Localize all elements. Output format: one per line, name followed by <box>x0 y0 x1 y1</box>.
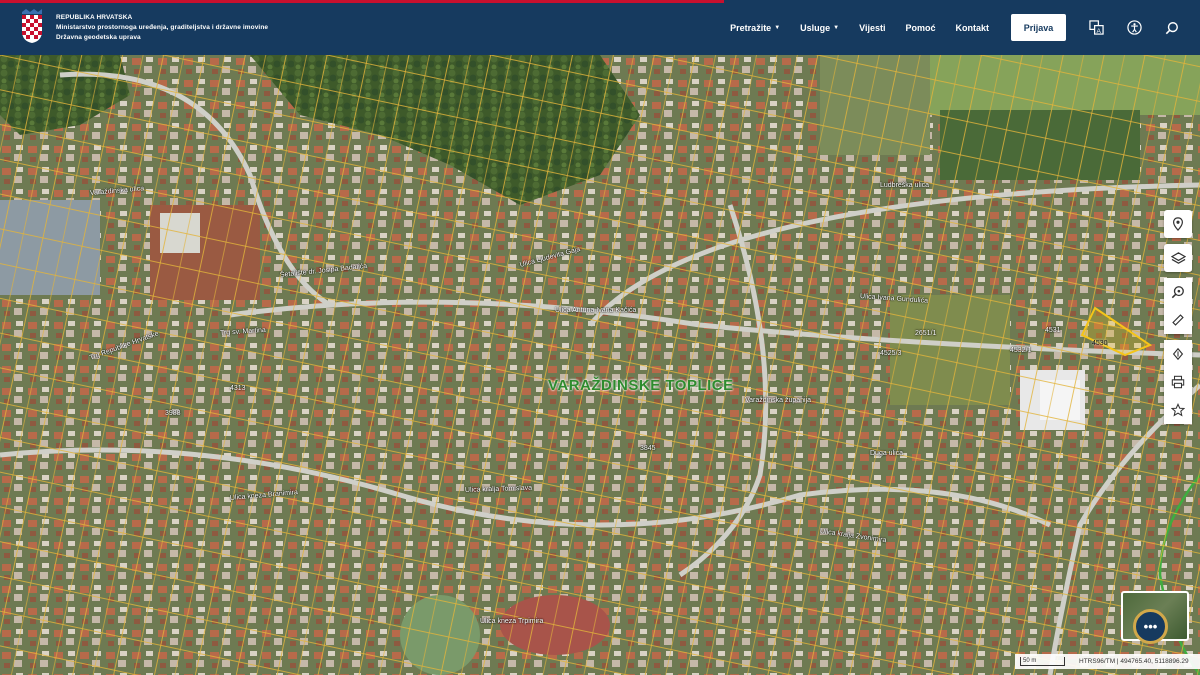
nav-pretrazite[interactable]: Pretražite ▼ <box>730 23 780 33</box>
svg-text:A: A <box>1096 28 1101 35</box>
street-label: Ludbreška ulica <box>880 182 930 189</box>
org-name: REPUBLIKA HRVATSKA <box>56 14 133 21</box>
parcel-label: 4530 <box>1092 340 1108 347</box>
street-label: Ulica Antuna Ivana Kačića <box>555 307 637 314</box>
map-imagery <box>0 55 1200 675</box>
street-label: Ulica kneza Trpimira <box>480 618 544 625</box>
street-label: Duga ulica <box>870 450 904 457</box>
parcel-label: 4313 <box>230 385 246 392</box>
parcel-label: 4531 <box>1045 327 1061 334</box>
map-toolbar <box>1164 210 1192 424</box>
nav-usluge[interactable]: Usluge ▼ <box>800 23 839 33</box>
brand-block[interactable]: REPUBLIKA HRVATSKA Ministarstvo prostorn… <box>20 9 268 43</box>
parcel-label: 4525/3 <box>880 350 902 357</box>
cadastral-map[interactable]: VARAŽDINSKE TOPLICE Varaždinska ulica Lu… <box>0 55 1200 675</box>
translate-icon[interactable]: A <box>1088 20 1104 36</box>
accessibility-icon[interactable] <box>1126 20 1142 36</box>
export-tools <box>1164 340 1192 424</box>
chevron-down-icon: ▼ <box>774 24 781 31</box>
login-button[interactable]: Prijava <box>1011 14 1066 41</box>
header-accent-line <box>0 0 724 3</box>
measure-icon[interactable] <box>1164 306 1192 334</box>
nav-pomoc[interactable]: Pomoć <box>905 23 935 33</box>
nav-kontakt[interactable]: Kontakt <box>956 23 990 33</box>
main-nav: Pretražite ▼ Usluge ▼ Vijesti Pomoć Kontak… <box>710 0 1200 55</box>
scale-bar: 50 m <box>1020 657 1065 666</box>
location-icon[interactable] <box>1164 210 1192 238</box>
chevron-down-icon: ▼ <box>833 24 840 31</box>
ministry-name: Ministarstvo prostornoga uređenja, gradi… <box>56 24 269 31</box>
town-label: VARAŽDINSKE TOPLICE <box>548 377 734 394</box>
parcel-label: 3845 <box>640 445 656 452</box>
status-bar: 50 m HTRS96/TM | 494765.40, 5118896.29 <box>1015 654 1200 669</box>
star-icon[interactable] <box>1164 396 1192 424</box>
parcel-label: 3988 <box>165 410 181 417</box>
street-label: Varaždinska županija <box>745 397 812 404</box>
nav-vijesti[interactable]: Vijesti <box>859 23 885 33</box>
share-icon[interactable] <box>1164 340 1192 368</box>
zoom-search-icon[interactable] <box>1164 278 1192 306</box>
top-navigation-bar: REPUBLIKA HRVATSKA Ministarstvo prostorn… <box>0 0 1200 55</box>
measure-tools <box>1164 278 1192 334</box>
print-icon[interactable] <box>1164 368 1192 396</box>
parcel-label: 4532/1 <box>1010 347 1032 354</box>
chat-button[interactable]: ••• <box>1133 609 1168 644</box>
parcel-label: 2651/1 <box>915 330 937 337</box>
search-icon[interactable] <box>1164 20 1180 36</box>
agency-name: Državna geodetska uprava <box>56 34 141 41</box>
coordinate-readout: HTRS96/TM | 494765.40, 5118896.29 <box>1079 658 1189 665</box>
croatian-coat-of-arms-icon <box>22 9 42 43</box>
layers-icon[interactable] <box>1164 244 1192 272</box>
